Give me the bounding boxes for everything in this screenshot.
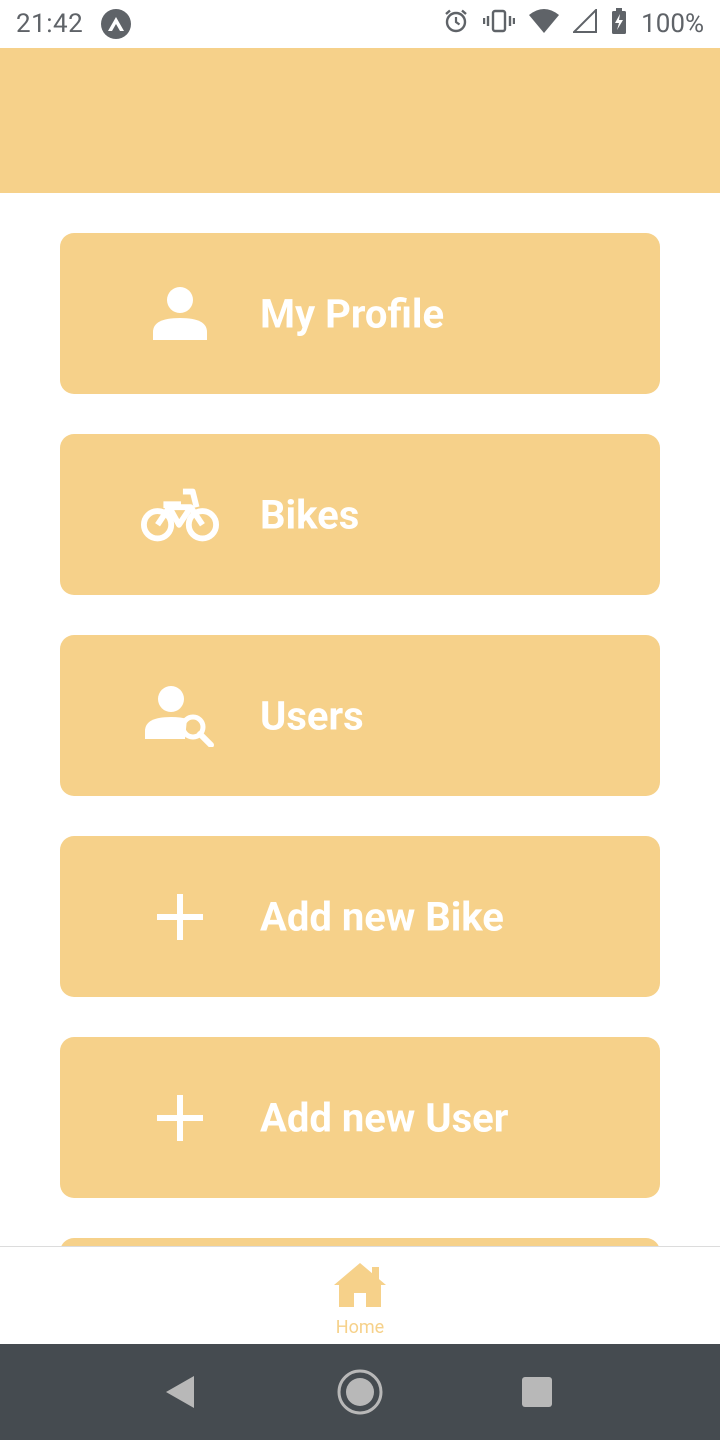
person-icon	[140, 274, 220, 354]
plus-icon	[140, 1078, 220, 1158]
add-new-bike-label: Add new Bike	[260, 893, 504, 940]
plus-icon	[140, 877, 220, 957]
status-time: 21:42	[16, 9, 84, 39]
tab-home[interactable]: Home	[310, 1247, 410, 1345]
status-bar: 21:42 100%	[0, 0, 720, 48]
main-menu: My Profile Bikes Users Add new Bike Add …	[0, 193, 720, 1246]
add-new-user-button[interactable]: Add new User	[60, 1037, 660, 1198]
bottom-tab-bar: Home	[0, 1246, 720, 1344]
bike-icon	[140, 475, 220, 555]
battery-percentage: 100%	[641, 9, 704, 39]
home-icon	[332, 1261, 388, 1313]
vibrate-icon	[482, 8, 516, 41]
add-new-bike-button[interactable]: Add new Bike	[60, 836, 660, 997]
battery-charging-icon	[611, 7, 627, 41]
home-nav-icon[interactable]	[336, 1368, 384, 1420]
users-label: Users	[260, 692, 364, 739]
recents-icon[interactable]	[522, 1377, 552, 1407]
tab-home-label: Home	[335, 1317, 385, 1338]
signal-icon	[571, 7, 598, 40]
back-icon[interactable]	[164, 1374, 196, 1414]
my-profile-label: My Profile	[260, 290, 445, 337]
status-left: 21:42	[16, 9, 132, 39]
my-profile-button[interactable]: My Profile	[60, 233, 660, 394]
users-button[interactable]: Users	[60, 635, 660, 796]
user-search-icon	[140, 676, 220, 756]
bikes-button[interactable]: Bikes	[60, 434, 660, 595]
menu-item-partial[interactable]	[60, 1238, 660, 1246]
expo-icon	[101, 9, 132, 39]
add-new-user-label: Add new User	[260, 1094, 509, 1141]
wifi-icon	[529, 8, 560, 40]
status-right: 100%	[443, 7, 704, 41]
app-header	[0, 48, 720, 193]
alarm-icon	[443, 8, 469, 41]
system-nav-bar	[0, 1344, 720, 1440]
bikes-label: Bikes	[260, 491, 360, 538]
